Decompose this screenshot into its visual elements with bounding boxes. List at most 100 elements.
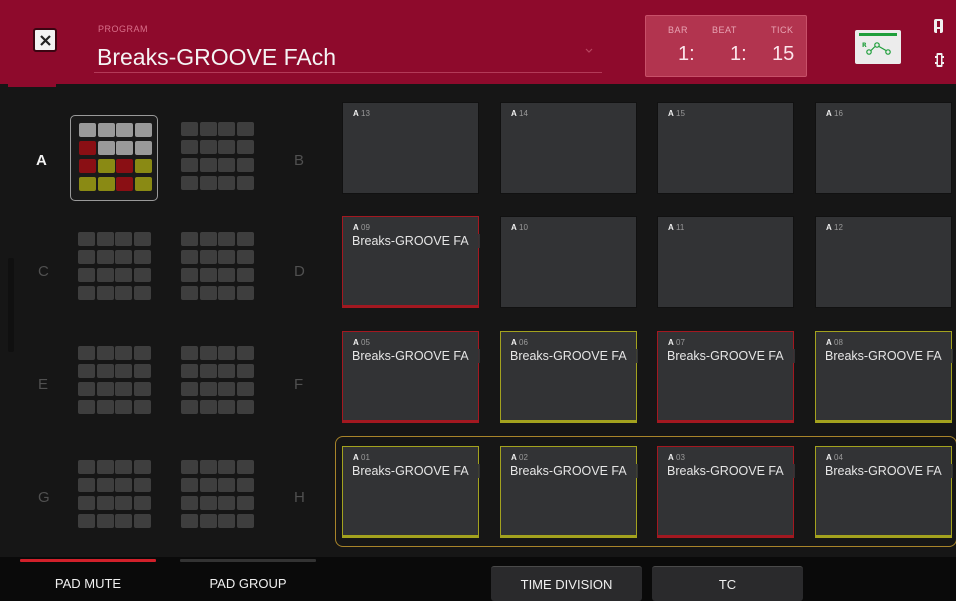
pad-a16[interactable]: A 16 xyxy=(815,102,952,194)
pad-number: A 03 xyxy=(668,453,685,462)
pad-mute-indicator xyxy=(20,559,156,562)
bank-pad-mini xyxy=(181,250,198,264)
bank-pad-mini xyxy=(236,286,254,300)
bank-pad-mini xyxy=(96,382,114,396)
link-status-bar xyxy=(859,33,897,36)
pad-number: A 06 xyxy=(511,338,528,347)
bank-button-b[interactable] xyxy=(181,122,255,192)
bank-pad-mini xyxy=(79,159,96,173)
pad-a06[interactable]: A 06 Breaks-GROOVE FA xyxy=(500,331,638,423)
pad-a15[interactable]: A 15 xyxy=(657,102,794,194)
battery-icon xyxy=(935,53,944,67)
bar-beat-tick-counter[interactable]: BAR BEAT TICK 1: 1: 15 xyxy=(645,15,807,77)
pad-a07[interactable]: A 07 Breaks-GROOVE FA xyxy=(657,331,795,423)
bank-pad-mini xyxy=(236,382,254,396)
bank-button-a[interactable] xyxy=(70,115,158,201)
bank-pad-mini xyxy=(115,232,132,246)
bank-pad-mini xyxy=(236,478,254,492)
alert-icon[interactable] xyxy=(934,19,943,33)
bank-pad-mini xyxy=(133,478,151,492)
bank-pad-mini xyxy=(97,177,115,191)
bank-pad-mini xyxy=(115,346,132,360)
tick-value: 15 xyxy=(772,43,795,65)
bank-pad-mini xyxy=(133,364,151,378)
pad-a08[interactable]: A 08 Breaks-GROOVE FA xyxy=(815,331,953,423)
bank-pad-mini xyxy=(218,268,235,282)
side-drawer-handle[interactable] xyxy=(8,258,14,352)
bank-pad-mini xyxy=(96,496,114,510)
bank-pad-mini xyxy=(133,460,151,474)
bank-pad-mini xyxy=(181,268,198,282)
bank-pad-mini xyxy=(218,250,235,264)
bank-pad-mini xyxy=(236,496,254,510)
bank-pad-mini xyxy=(218,460,235,474)
pad-a13[interactable]: A 13 xyxy=(342,102,479,194)
bank-pad-mini xyxy=(78,250,95,264)
pad-number: A 15 xyxy=(668,109,685,118)
pad-a03[interactable]: A 03 Breaks-GROOVE FA xyxy=(657,446,795,538)
bank-pad-mini xyxy=(78,346,95,360)
tc-button[interactable]: TC xyxy=(652,566,803,601)
bank-pad-mini xyxy=(133,514,151,528)
bank-letter-a: A xyxy=(36,152,47,169)
svg-text:R: R xyxy=(862,42,867,49)
pad-a02[interactable]: A 02 Breaks-GROOVE FA xyxy=(500,446,638,538)
bank-pad-mini xyxy=(236,400,254,414)
bank-pad-mini xyxy=(199,364,217,378)
bank-pad-mini xyxy=(236,514,254,528)
bank-pad-mini xyxy=(199,460,217,474)
bank-pad-mini xyxy=(236,250,254,264)
bank-pad-mini xyxy=(96,400,114,414)
pad-group-button[interactable]: PAD GROUP xyxy=(180,565,316,601)
pad-sample-name: Breaks-GROOVE FA xyxy=(667,464,795,478)
bank-pad-mini xyxy=(115,382,132,396)
bank-pad-mini xyxy=(78,232,95,246)
bank-pad-mini xyxy=(134,123,152,137)
bank-pad-mini xyxy=(96,460,114,474)
bank-button-c[interactable] xyxy=(78,232,152,302)
bank-pad-mini xyxy=(199,250,217,264)
pad-a11[interactable]: A 11 xyxy=(657,216,794,308)
bank-pad-mini xyxy=(133,286,151,300)
pad-a05[interactable]: A 05 Breaks-GROOVE FA xyxy=(342,331,480,423)
bank-pad-mini xyxy=(115,400,132,414)
midi-link-icon: R xyxy=(862,42,891,55)
bank-pad-mini xyxy=(133,496,151,510)
pad-a10[interactable]: A 10 xyxy=(500,216,637,308)
pad-sample-name: Breaks-GROOVE FA xyxy=(510,464,638,478)
pad-mute-button[interactable]: PAD MUTE xyxy=(20,565,156,601)
bank-button-g[interactable] xyxy=(78,460,152,530)
pad-a01[interactable]: A 01 Breaks-GROOVE FA xyxy=(342,446,480,538)
pad-sample-name: Breaks-GROOVE FA xyxy=(510,349,638,363)
pad-a12[interactable]: A 12 xyxy=(815,216,952,308)
bank-button-e[interactable] xyxy=(78,346,152,416)
pad-number: A 14 xyxy=(511,109,528,118)
bank-pad-mini xyxy=(115,478,132,492)
bank-pad-mini xyxy=(133,400,151,414)
pad-a09[interactable]: A 09 Breaks-GROOVE FA xyxy=(342,216,480,308)
bank-pad-mini xyxy=(181,382,198,396)
bank-pad-mini xyxy=(96,268,114,282)
bank-button-d[interactable] xyxy=(181,232,255,302)
bank-pad-mini xyxy=(199,176,217,190)
midi-link-button[interactable]: R xyxy=(855,30,901,64)
chevron-down-icon[interactable] xyxy=(584,46,594,56)
close-button[interactable] xyxy=(33,28,57,52)
bank-button-f[interactable] xyxy=(181,346,255,416)
time-division-button[interactable]: TIME DIVISION xyxy=(491,566,642,601)
pad-a14[interactable]: A 14 xyxy=(500,102,637,194)
bank-pad-mini xyxy=(78,460,95,474)
pad-sample-name: Breaks-GROOVE FA xyxy=(352,349,480,363)
bank-pad-mini xyxy=(199,400,217,414)
bank-button-h[interactable] xyxy=(181,460,255,530)
bank-pad-mini xyxy=(115,286,132,300)
pad-a04[interactable]: A 04 Breaks-GROOVE FA xyxy=(815,446,953,538)
bank-letter-g: G xyxy=(38,489,50,506)
bank-pad-mini xyxy=(218,364,235,378)
bank-pad-mini xyxy=(134,159,152,173)
bank-pad-mini xyxy=(181,364,198,378)
program-name[interactable]: Breaks-GROOVE FAch xyxy=(97,44,336,71)
bank-pad-mini xyxy=(236,140,254,154)
tick-label: TICK xyxy=(771,25,794,35)
bank-pad-mini xyxy=(78,364,95,378)
